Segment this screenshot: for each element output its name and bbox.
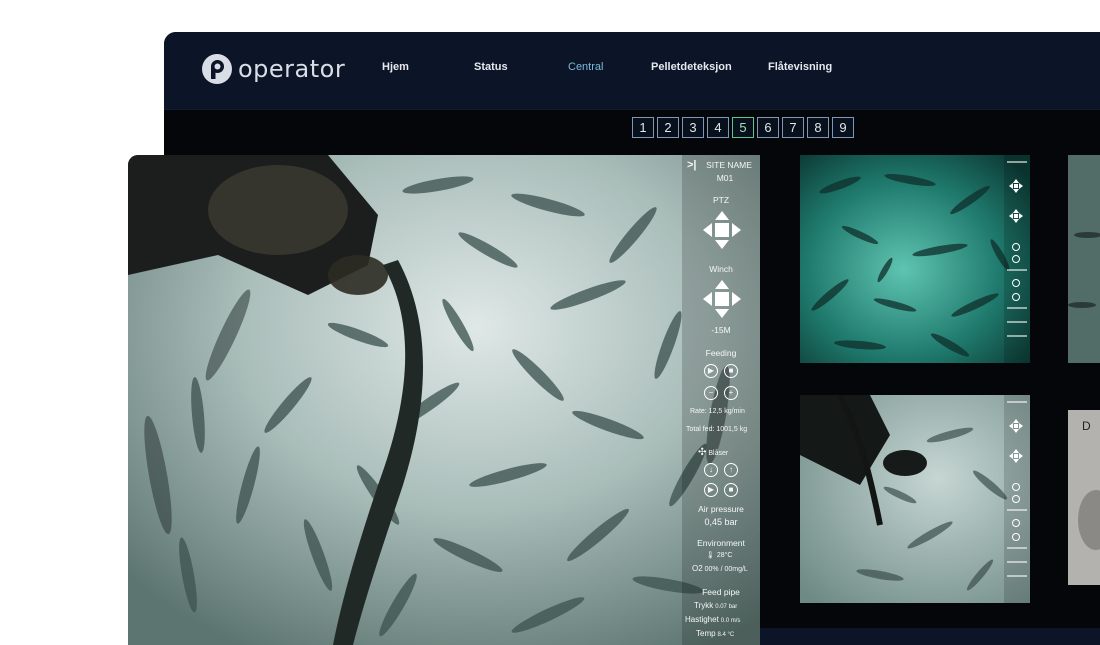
- fan-icon: ✣: [698, 447, 707, 458]
- page-button-4[interactable]: 4: [707, 117, 729, 138]
- o2-value: 00% / 00mg/L: [704, 566, 748, 573]
- mini-environment-label: [1007, 307, 1027, 309]
- stop-mini-icon[interactable]: [1012, 533, 1020, 541]
- mini-environment-label: [1007, 547, 1027, 549]
- page-button-6[interactable]: 6: [757, 117, 779, 138]
- feeding-play-icon[interactable]: ▶: [704, 364, 718, 378]
- winch-label: Winch: [709, 264, 733, 274]
- site-name-value: M01: [716, 173, 734, 183]
- bottom-status-strip: [760, 628, 1100, 645]
- mini-temp-label: [1007, 575, 1027, 577]
- fan-mini-icon[interactable]: [1012, 519, 1020, 527]
- camera-thumbnail-3[interactable]: [1068, 155, 1100, 363]
- mini-feedpipe-label: [1007, 561, 1027, 563]
- ptz-label: PTZ: [712, 195, 730, 205]
- hastighet-value: 0.0 m/s: [720, 618, 741, 624]
- ptz-mini-icon[interactable]: [1009, 419, 1023, 433]
- o2-label: O2: [692, 564, 703, 573]
- plus-mini-icon[interactable]: [1012, 255, 1020, 263]
- pipe-temp-label: Temp: [696, 629, 716, 638]
- water-temperature-value: 28°C: [716, 552, 733, 559]
- camera-feed-image: D: [1068, 410, 1100, 585]
- mini-feedpipe-label: [1007, 321, 1027, 323]
- page-button-7[interactable]: 7: [782, 117, 804, 138]
- mini-rate-label: [1007, 269, 1027, 271]
- feed-pipe-label: Feed pipe: [702, 587, 740, 597]
- temperature-row: 🌡 28°C: [706, 551, 732, 559]
- nav-item-status[interactable]: Status: [474, 61, 508, 73]
- page-button-3[interactable]: 3: [682, 117, 704, 138]
- play-mini-icon[interactable]: [1012, 483, 1020, 491]
- mini-site-label: [1007, 161, 1027, 163]
- nav-item-central[interactable]: Central: [568, 61, 603, 73]
- plus-mini-icon[interactable]: [1012, 495, 1020, 503]
- blaser-row: ✣ Blåser: [698, 447, 728, 458]
- camera-control-panel: >| SITE NAME M01 PTZ Winch -15M Feeding …: [682, 155, 760, 645]
- temp-row: Temp 8.4 °C: [696, 629, 734, 638]
- camera-feed-image: [128, 155, 760, 645]
- camera-feed-image: [1068, 155, 1100, 363]
- blower-play-icon[interactable]: ▶: [704, 483, 718, 497]
- winch-depth-value: -15M: [711, 325, 731, 335]
- thumbnail-controls-overlay: [1004, 155, 1030, 363]
- thermometer-icon: 🌡: [706, 552, 715, 559]
- air-pressure-value: 0,45 bar: [704, 517, 738, 527]
- mini-rate-label: [1007, 509, 1027, 511]
- blower-stop-icon[interactable]: ■: [724, 483, 738, 497]
- winch-control-pad-icon[interactable]: [702, 279, 742, 319]
- page-button-8[interactable]: 8: [807, 117, 829, 138]
- fan-mini-icon[interactable]: [1012, 279, 1020, 287]
- mini-site-label: [1007, 401, 1027, 403]
- page-button-9[interactable]: 9: [832, 117, 854, 138]
- feeding-stop-icon[interactable]: ■: [724, 364, 738, 378]
- stop-mini-icon[interactable]: [1012, 293, 1020, 301]
- winch-mini-icon[interactable]: [1009, 449, 1023, 463]
- svg-text:D: D: [1082, 419, 1091, 433]
- camera-thumbnail-4[interactable]: D: [1068, 410, 1100, 585]
- camera-thumbnail-1[interactable]: [800, 155, 1030, 363]
- play-mini-icon[interactable]: [1012, 243, 1020, 251]
- feeding-label: Feeding: [705, 348, 737, 358]
- environment-label: Environment: [697, 538, 745, 548]
- blaser-label: Blåser: [708, 450, 729, 457]
- site-name-label: SITE NAME: [706, 160, 752, 170]
- feeding-rate-text: Rate: 12,5 kg/min: [690, 408, 745, 415]
- page-button-5[interactable]: 5: [732, 117, 754, 138]
- mini-temp-label: [1007, 335, 1027, 337]
- main-nav: Hjem Status Central Pelletdeteksjon Flåt…: [164, 61, 1100, 81]
- ptz-direction-pad-icon[interactable]: [702, 210, 742, 250]
- trykk-row: Trykk 0.07 bar: [694, 601, 737, 610]
- main-camera-view[interactable]: >| SITE NAME M01 PTZ Winch -15M Feeding …: [128, 155, 760, 645]
- total-fed-text: Total fed: 1001,5 kg: [686, 426, 748, 433]
- winch-mini-icon[interactable]: [1009, 209, 1023, 223]
- hastighet-label: Hastighet: [685, 615, 719, 624]
- pipe-temp-value: 8.4 °C: [717, 632, 735, 638]
- ptz-mini-icon[interactable]: [1009, 179, 1023, 193]
- top-navigation-bar: operator Hjem Status Central Pelletdetek…: [164, 32, 1100, 110]
- camera-thumbnail-2[interactable]: [800, 395, 1030, 603]
- o2-row: O2 00% / 00mg/L: [692, 564, 748, 573]
- hastighet-row: Hastighet 0.0 m/s: [685, 615, 740, 624]
- feeding-minus-icon[interactable]: −: [704, 386, 718, 400]
- page-button-2[interactable]: 2: [657, 117, 679, 138]
- trykk-value: 0.07 bar: [715, 604, 738, 610]
- blower-arrow-down-icon[interactable]: ↓: [704, 463, 718, 477]
- page-button-1[interactable]: 1: [632, 117, 654, 138]
- blower-arrow-up-icon[interactable]: ↑: [724, 463, 738, 477]
- nav-item-pelletdeteksjon[interactable]: Pelletdeteksjon: [651, 61, 732, 73]
- feeding-plus-icon[interactable]: +: [724, 386, 738, 400]
- nav-item-flatevisning[interactable]: Flåtevisning: [768, 61, 832, 73]
- trykk-label: Trykk: [694, 601, 714, 610]
- nav-item-hjem[interactable]: Hjem: [382, 61, 409, 73]
- camera-feed-image: [800, 155, 1030, 363]
- air-pressure-label: Air pressure: [698, 504, 744, 514]
- camera-feed-image: [800, 395, 1030, 603]
- camera-page-selector: 1 2 3 4 5 6 7 8 9: [632, 117, 854, 138]
- thumbnail-controls-overlay: [1004, 395, 1030, 603]
